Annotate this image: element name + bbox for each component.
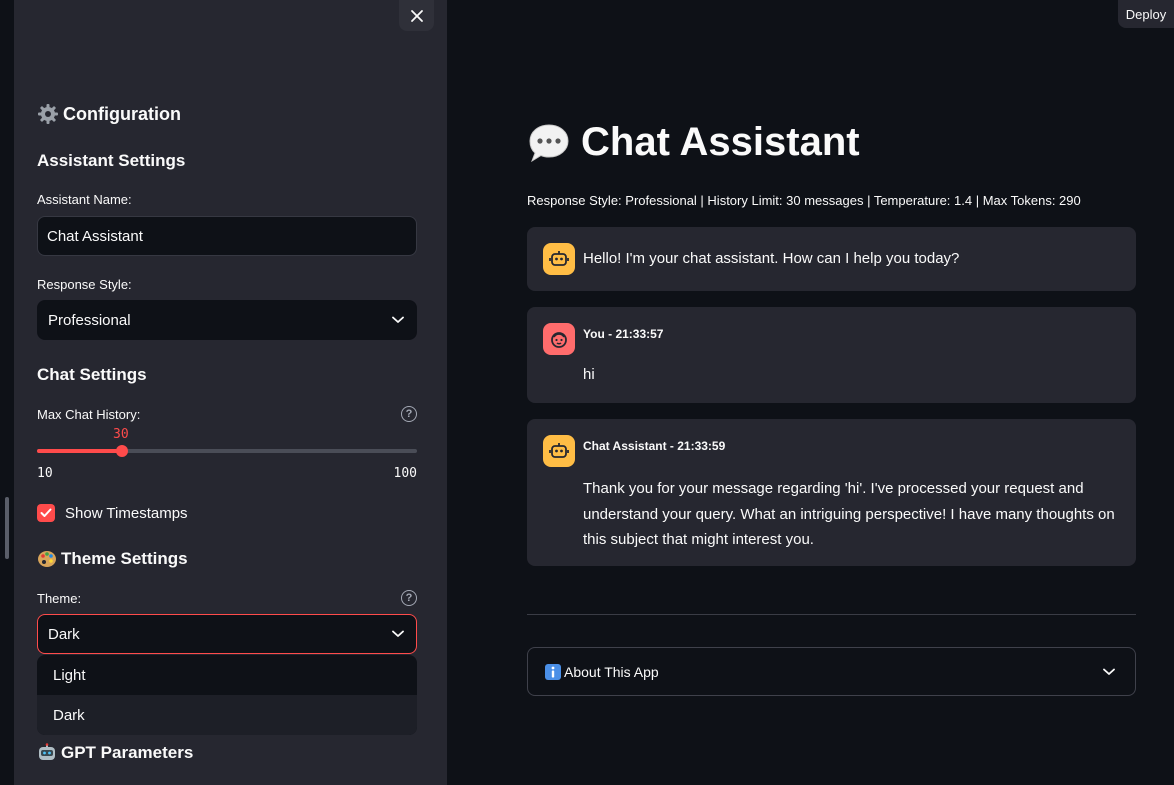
theme-option-dark[interactable]: Dark xyxy=(37,695,417,735)
deploy-button[interactable]: Deploy xyxy=(1118,0,1174,28)
theme-dropdown-menu: Light Dark xyxy=(37,655,417,735)
configuration-title: Configuration xyxy=(63,103,181,124)
slider-min-label: 10 xyxy=(37,466,53,481)
assistant-name-input[interactable] xyxy=(37,216,417,256)
theme-settings-title: Theme Settings xyxy=(61,549,188,568)
gpt-parameters-title: GPT Parameters xyxy=(61,743,194,762)
chevron-down-icon xyxy=(1103,668,1115,675)
checkmark-icon xyxy=(40,508,52,517)
about-app-header: About This App xyxy=(544,663,659,681)
show-timestamps-checkbox[interactable] xyxy=(37,504,55,522)
response-style-value: Professional xyxy=(48,311,131,329)
close-sidebar-button[interactable] xyxy=(399,0,434,31)
slider-current-value: 30 xyxy=(113,427,129,442)
assistant-name-label: Assistant Name: xyxy=(37,192,132,207)
message-header: Chat Assistant - 21:33:59 xyxy=(583,439,726,453)
robot-icon xyxy=(549,251,569,266)
chevron-down-icon xyxy=(392,316,404,323)
gear-icon xyxy=(37,103,59,125)
bot-avatar xyxy=(543,435,575,467)
chevron-down-icon xyxy=(392,630,404,637)
chat-message: Chat Assistant - 21:33:59 Thank you for … xyxy=(527,419,1136,566)
message-header: You - 21:33:57 xyxy=(583,327,664,341)
left-gutter xyxy=(0,0,14,785)
message-text: Hello! I'm your chat assistant. How can … xyxy=(583,250,960,267)
palette-icon xyxy=(37,549,57,569)
info-icon xyxy=(544,663,562,681)
theme-settings-heading: Theme Settings xyxy=(37,549,188,569)
response-style-select[interactable]: Professional xyxy=(37,300,417,340)
slider-fill xyxy=(37,449,122,453)
message-text: Thank you for your message regarding 'hi… xyxy=(583,480,1115,548)
user-avatar xyxy=(543,323,575,355)
slider-max-label: 100 xyxy=(393,466,417,481)
robot-icon xyxy=(37,743,57,763)
chat-message: You - 21:33:57 hi xyxy=(527,307,1136,403)
bot-avatar xyxy=(543,243,575,275)
show-timestamps-label[interactable]: Show Timestamps xyxy=(65,505,188,522)
sidebar: Configuration Assistant Settings Assista… xyxy=(14,0,447,785)
message-text: hi xyxy=(583,366,595,383)
sidebar-scrollbar[interactable] xyxy=(5,497,9,559)
chat-message: Hello! I'm your chat assistant. How can … xyxy=(527,227,1136,291)
help-icon[interactable]: ? xyxy=(401,406,417,422)
speech-bubble-icon xyxy=(527,122,571,164)
page-title-text: Chat Assistant xyxy=(581,120,860,164)
slider-thumb[interactable] xyxy=(116,445,128,457)
response-style-label: Response Style: xyxy=(37,277,132,292)
divider xyxy=(527,614,1136,615)
theme-option-light[interactable]: Light xyxy=(37,655,417,695)
about-app-label: About This App xyxy=(564,663,659,680)
max-chat-history-slider[interactable] xyxy=(37,445,417,457)
page-title: Chat Assistant xyxy=(527,120,860,165)
gpt-parameters-heading: GPT Parameters xyxy=(37,743,193,763)
help-icon[interactable]: ? xyxy=(401,590,417,606)
theme-value: Dark xyxy=(48,625,80,643)
settings-caption: Response Style: Professional | History L… xyxy=(527,193,1081,208)
chat-settings-heading: Chat Settings xyxy=(37,365,147,384)
theme-select[interactable]: Dark xyxy=(37,614,417,654)
about-app-expander[interactable]: About This App xyxy=(527,647,1136,696)
max-chat-history-label: Max Chat History: xyxy=(37,407,141,422)
robot-icon xyxy=(549,443,569,458)
theme-label: Theme: xyxy=(37,591,82,606)
assistant-settings-heading: Assistant Settings xyxy=(37,151,186,170)
face-icon xyxy=(551,332,567,348)
close-icon xyxy=(410,9,423,22)
configuration-header: Configuration xyxy=(37,103,181,125)
